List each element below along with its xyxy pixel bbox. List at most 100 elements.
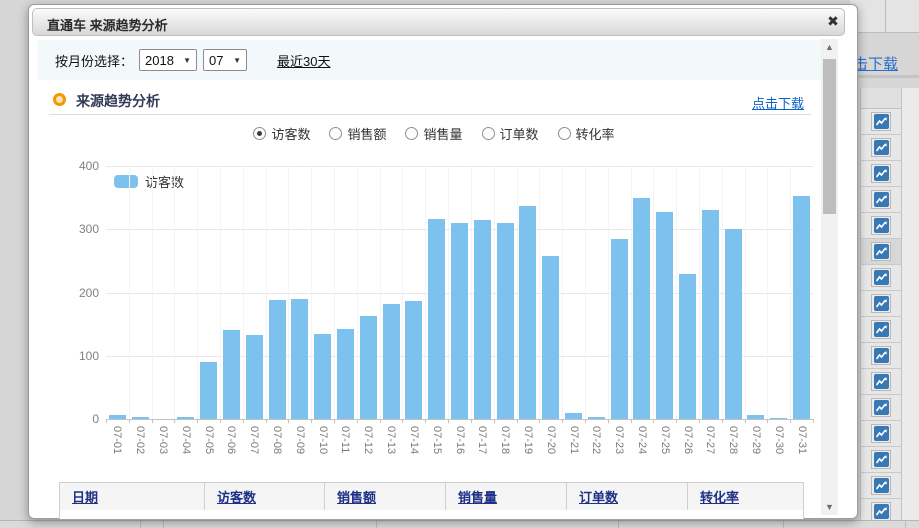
bar-07-24[interactable] (633, 198, 650, 419)
x-axis-tick-label: 07-13 (385, 426, 397, 454)
x-axis-tick-label: 07-11 (339, 426, 351, 453)
bar-07-04[interactable] (177, 417, 194, 419)
x-axis-tick (471, 419, 472, 423)
metric-radio-2[interactable]: 销售量 (405, 124, 462, 143)
bar-07-10[interactable] (314, 334, 331, 419)
trend-chart-icon[interactable] (871, 216, 891, 235)
scrollbar-thumb[interactable] (823, 59, 836, 214)
section-divider (49, 114, 811, 115)
download-link[interactable]: 点击下载 (752, 93, 804, 112)
bar-07-05[interactable] (200, 362, 217, 419)
year-select-value: 2018 (145, 53, 174, 68)
bar-07-30[interactable] (770, 418, 787, 419)
x-axis-tick-label: 07-12 (362, 426, 374, 454)
bar-07-01[interactable] (109, 415, 126, 419)
radio-icon[interactable] (558, 127, 571, 140)
trend-chart-icon[interactable] (871, 346, 891, 365)
bar-07-31[interactable] (793, 196, 810, 419)
bar-07-14[interactable] (405, 301, 422, 419)
trend-chart-icon[interactable] (871, 242, 891, 261)
x-axis-tick (767, 419, 768, 423)
x-axis-tick (745, 419, 746, 423)
x-axis-tick (425, 419, 426, 423)
trend-chart-icon[interactable] (871, 112, 891, 131)
bar-07-29[interactable] (747, 415, 764, 419)
table-header-link-3[interactable]: 销售量 (458, 487, 497, 506)
table-header-link-4[interactable]: 订单数 (579, 487, 618, 506)
trend-chart-icon[interactable] (871, 372, 891, 391)
year-select[interactable]: 2018 ▼ (139, 49, 197, 71)
radio-selected-icon[interactable] (253, 127, 266, 140)
trend-chart-icon[interactable] (871, 502, 891, 521)
scrollbar-up-icon[interactable]: ▲ (821, 39, 838, 55)
bar-07-07[interactable] (246, 335, 263, 419)
x-axis-tick (539, 419, 540, 423)
bar-07-20[interactable] (542, 256, 559, 419)
bar-07-08[interactable] (269, 300, 286, 419)
y-axis-tick-label: 300 (65, 222, 99, 236)
x-axis-tick-label: 07-04 (180, 426, 192, 454)
trend-chart-icon[interactable] (871, 190, 891, 209)
chevron-down-icon: ▼ (233, 56, 241, 65)
x-axis-tick (311, 419, 312, 423)
x-axis-tick (380, 419, 381, 423)
x-axis-tick-label: 07-21 (568, 426, 580, 454)
chevron-down-icon: ▼ (183, 56, 191, 65)
bar-07-25[interactable] (656, 212, 673, 419)
trend-chart-icon[interactable] (871, 320, 891, 339)
table-header-link-5[interactable]: 转化率 (700, 487, 739, 506)
bar-07-15[interactable] (428, 219, 445, 420)
radio-icon[interactable] (482, 127, 495, 140)
metric-radio-4[interactable]: 转化率 (558, 124, 615, 143)
bar-07-22[interactable] (588, 417, 605, 419)
bar-07-21[interactable] (565, 413, 582, 419)
trend-chart-icon[interactable] (871, 398, 891, 417)
trend-chart-icon[interactable] (871, 268, 891, 287)
bar-07-19[interactable] (519, 206, 536, 419)
x-axis-tick (357, 419, 358, 423)
dialog-scrollbar[interactable]: ▲ ▼ (821, 39, 838, 515)
scrollbar-down-icon[interactable]: ▼ (821, 499, 838, 515)
x-axis-tick (402, 419, 403, 423)
bar-07-26[interactable] (679, 274, 696, 419)
bar-07-12[interactable] (360, 316, 377, 419)
trend-chart-icon[interactable] (871, 450, 891, 469)
close-icon[interactable]: ✖ (825, 13, 841, 29)
trend-chart-icon[interactable] (871, 476, 891, 495)
x-axis-tick-label: 07-08 (271, 426, 283, 454)
bar-07-02[interactable] (132, 417, 149, 419)
gridline (608, 166, 609, 419)
radio-icon[interactable] (329, 127, 342, 140)
bar-07-11[interactable] (337, 329, 354, 419)
metric-radio-3[interactable]: 订单数 (482, 124, 539, 143)
bar-07-27[interactable] (702, 210, 719, 419)
radio-icon[interactable] (405, 127, 418, 140)
bar-07-18[interactable] (497, 223, 514, 419)
bar-07-28[interactable] (725, 229, 742, 419)
recent-30-days-link[interactable]: 最近30天 (277, 51, 330, 70)
table-header-link-1[interactable]: 访客数 (217, 487, 256, 506)
metric-radio-1[interactable]: 销售额 (329, 124, 386, 143)
trend-chart-icon[interactable] (871, 424, 891, 443)
x-axis-tick-label: 07-01 (111, 426, 123, 454)
dialog-titlebar[interactable]: 直通车 来源趋势分析 (32, 8, 845, 36)
metric-radio-group: 访客数销售额销售量 订单数转化率 (29, 124, 839, 143)
gridline (402, 166, 403, 419)
table-header-link-2[interactable]: 销售额 (337, 487, 376, 506)
x-axis-tick (608, 419, 609, 423)
bar-07-06[interactable] (223, 330, 240, 419)
metric-radio-0[interactable]: 访客数 (253, 124, 310, 143)
x-axis-tick-label: 07-16 (454, 426, 466, 454)
month-select[interactable]: 07 ▼ (203, 49, 247, 71)
bar-07-16[interactable] (451, 223, 468, 419)
x-axis-tick (699, 419, 700, 423)
trend-chart-icon[interactable] (871, 294, 891, 313)
table-header-link-0[interactable]: 日期 (72, 487, 98, 506)
bar-07-09[interactable] (291, 299, 308, 419)
bar-07-13[interactable] (383, 304, 400, 419)
y-axis-tick-label: 0 (65, 412, 99, 426)
bar-07-23[interactable] (611, 239, 628, 419)
trend-chart-icon[interactable] (871, 164, 891, 183)
trend-chart-icon[interactable] (871, 138, 891, 157)
bar-07-17[interactable] (474, 220, 491, 419)
